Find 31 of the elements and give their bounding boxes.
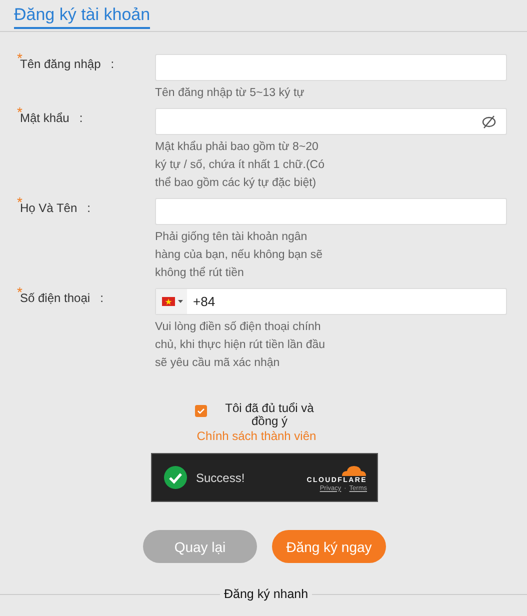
field-hint: Phải giống tên tài khoản ngân hàng của bạn, nếu không bạn sẽ không thể rút tiền (155, 230, 324, 281)
colon: : (79, 111, 83, 125)
success-check-icon (164, 466, 187, 489)
colon: : (87, 201, 90, 215)
quick-register-heading: Đăng ký nhanh (223, 587, 310, 601)
phone-number: +84 (192, 294, 216, 309)
required-mark: * (17, 104, 22, 120)
required-mark: * (17, 50, 22, 66)
text-field[interactable] (155, 54, 507, 81)
field-hint: Tên đăng nhập từ 5~13 ký tự (155, 86, 306, 101)
password-field[interactable] (155, 108, 507, 135)
agree-text: Tôi đã đủ tuổi và đồng ý (224, 402, 315, 428)
caret-icon[interactable] (178, 300, 183, 303)
flag-icon[interactable] (162, 297, 175, 306)
text-field[interactable] (155, 198, 507, 225)
colon: : (100, 291, 104, 305)
field-hint: Vui lòng điền số điện thoại chính chủ, khi thực hiện rút tiền lần đầu sẽ yêu cầu mã xác nhận (155, 320, 326, 371)
field-hint: Mật khẩu phải bao gồm từ 8~20 ký tự / số, chứa ít nhất 1 chữ.(Có thể bao gồm các ký tự đặc biệt) (155, 140, 326, 191)
agree-checkbox[interactable] (194, 405, 206, 417)
field-label: Số điện thoại (20, 291, 90, 305)
phone-field[interactable]: +84 (155, 288, 507, 315)
cloud-logo-icon (339, 464, 367, 476)
field-label: Họ Và Tên (20, 201, 78, 215)
field-label: Mật khẩu (20, 111, 70, 125)
captcha-status: Success! (196, 470, 246, 484)
required-mark: * (17, 194, 22, 210)
field-label: Tên đăng nhập (20, 57, 101, 71)
required-mark: * (17, 284, 22, 300)
hidden-eye-icon[interactable] (482, 114, 496, 128)
page-title: Đăng ký tài khoản (14, 5, 150, 29)
colon: : (110, 57, 114, 71)
